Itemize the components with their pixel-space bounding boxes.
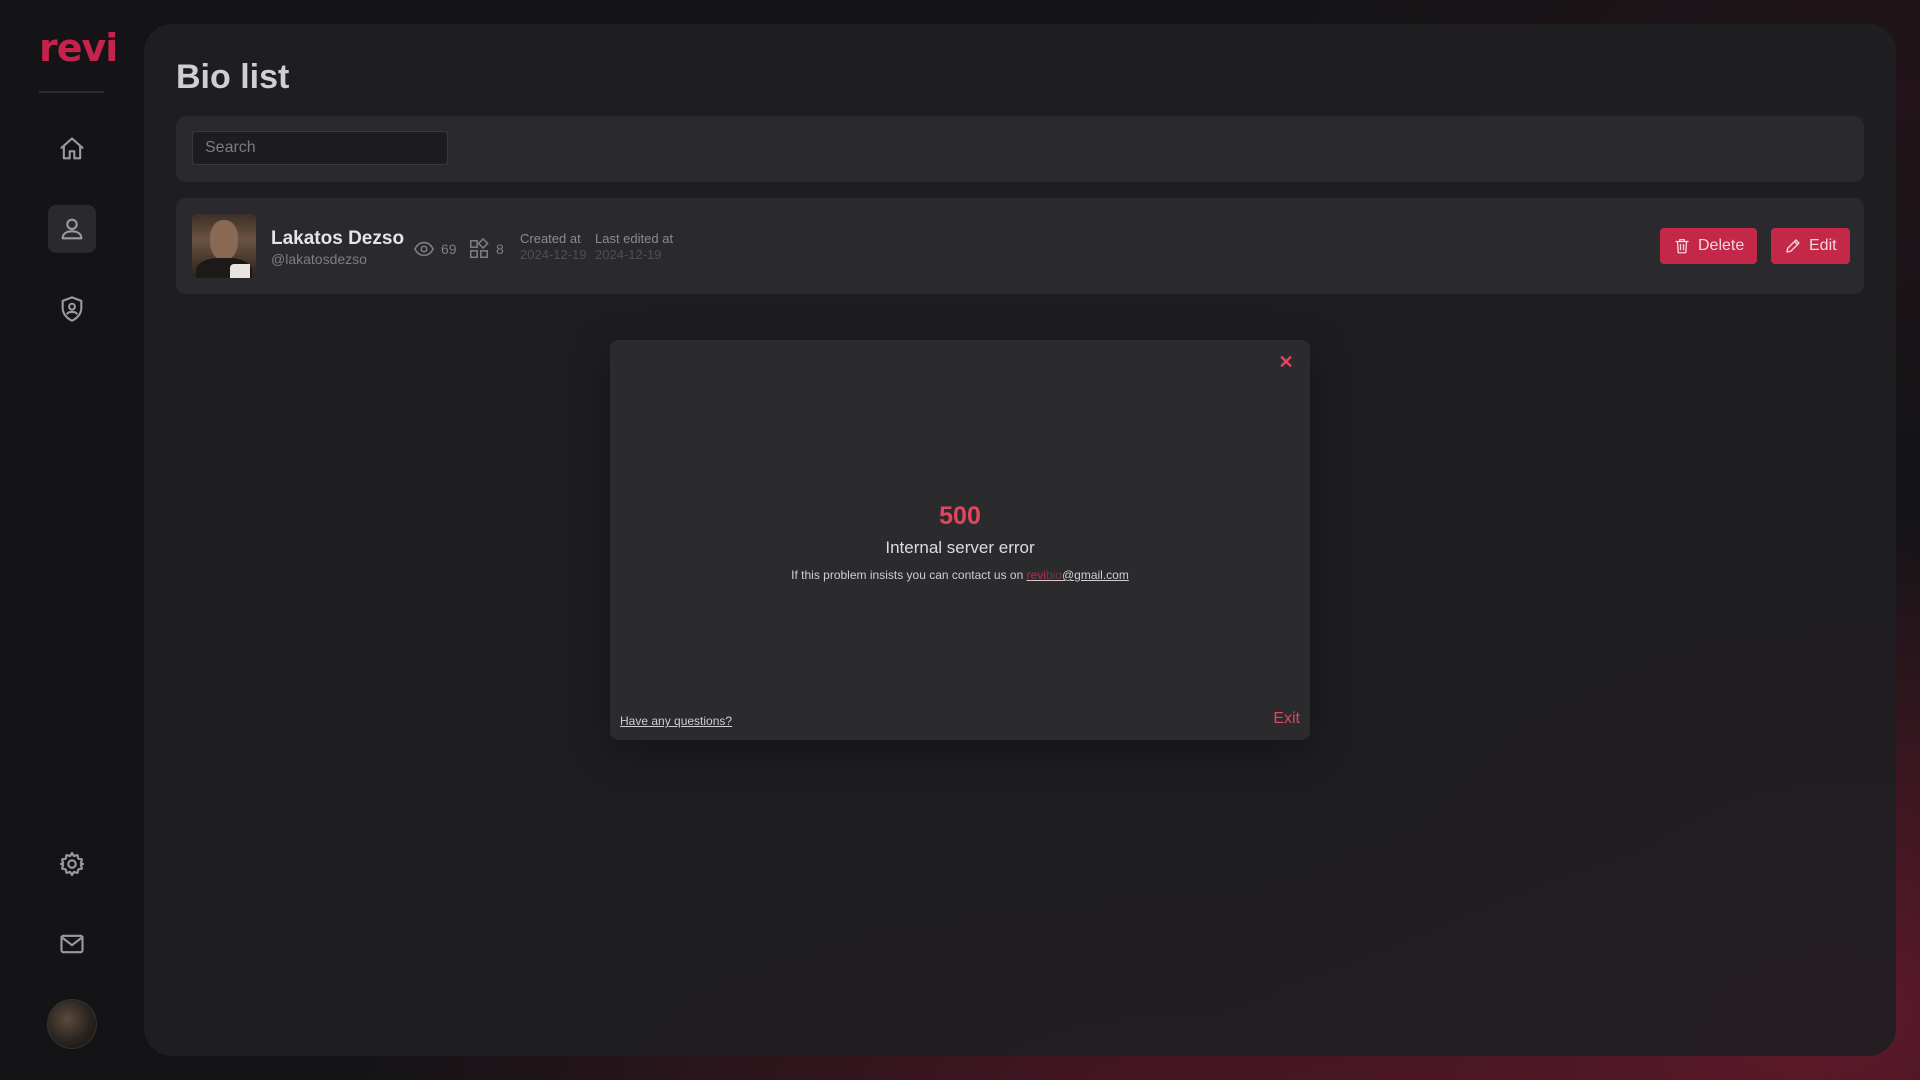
sidebar-item-profile[interactable] [48,205,96,253]
search-bar [176,116,1864,182]
sidebar: revi [0,0,144,1080]
eye-icon [413,241,435,257]
sidebar-item-settings[interactable] [48,840,96,888]
delete-label: Delete [1698,237,1745,254]
sidebar-item-mail[interactable] [48,920,96,968]
page-title: Bio list [176,58,290,96]
bio-name: Lakatos Dezso [271,228,405,249]
mail-icon [60,934,84,954]
avatar[interactable] [47,999,97,1049]
edit-label: Edit [1809,237,1837,254]
error-code: 500 [939,502,981,530]
sidebar-item-security[interactable] [48,285,96,333]
blocks-stat: 8 [468,238,504,260]
edit-button[interactable]: Edit [1771,228,1850,264]
error-contact-text: If this problem insists you can contact … [610,568,1310,582]
trash-icon [1675,238,1689,254]
views-count: 69 [441,241,457,257]
email-domain-part: @gmail.com [1061,568,1129,582]
views-stat: 69 [413,238,457,260]
gear-icon [59,851,85,877]
questions-link[interactable]: Have any questions? [620,714,732,728]
user-icon [61,218,83,240]
close-icon[interactable]: ✕ [1276,352,1296,372]
divider [39,91,104,93]
sidebar-item-home[interactable] [48,125,96,173]
error-message: Internal server error [885,538,1035,557]
delete-button[interactable]: Delete [1660,228,1758,264]
bio-handle: @lakatosdezso [271,251,367,267]
edited-label: Last edited at [595,231,674,246]
bio-list-item[interactable]: Lakatos Dezso @lakatosdezso 69 8 Created… [176,198,1864,294]
blocks-count: 8 [496,241,504,257]
exit-button[interactable]: Exit [1273,710,1300,728]
bio-photo [192,214,256,278]
search-input[interactable] [192,131,448,165]
pencil-icon [1786,239,1800,253]
created-label: Created at [520,231,581,246]
email-brand-part: revi [1026,568,1046,582]
created-date: 2024-12-19 [520,247,587,262]
logo[interactable]: revi [39,26,118,70]
contact-prefix: If this problem insists you can contact … [791,568,1027,582]
shield-icon [61,296,83,322]
home-icon [60,137,84,160]
email-bio-part: bio [1045,568,1062,582]
contact-email-link[interactable]: revibio@gmail.com [1027,568,1129,582]
blocks-icon [469,238,489,259]
edited-date: 2024-12-19 [595,247,662,262]
error-modal: ✕ 500 Internal server error If this prob… [610,340,1310,740]
